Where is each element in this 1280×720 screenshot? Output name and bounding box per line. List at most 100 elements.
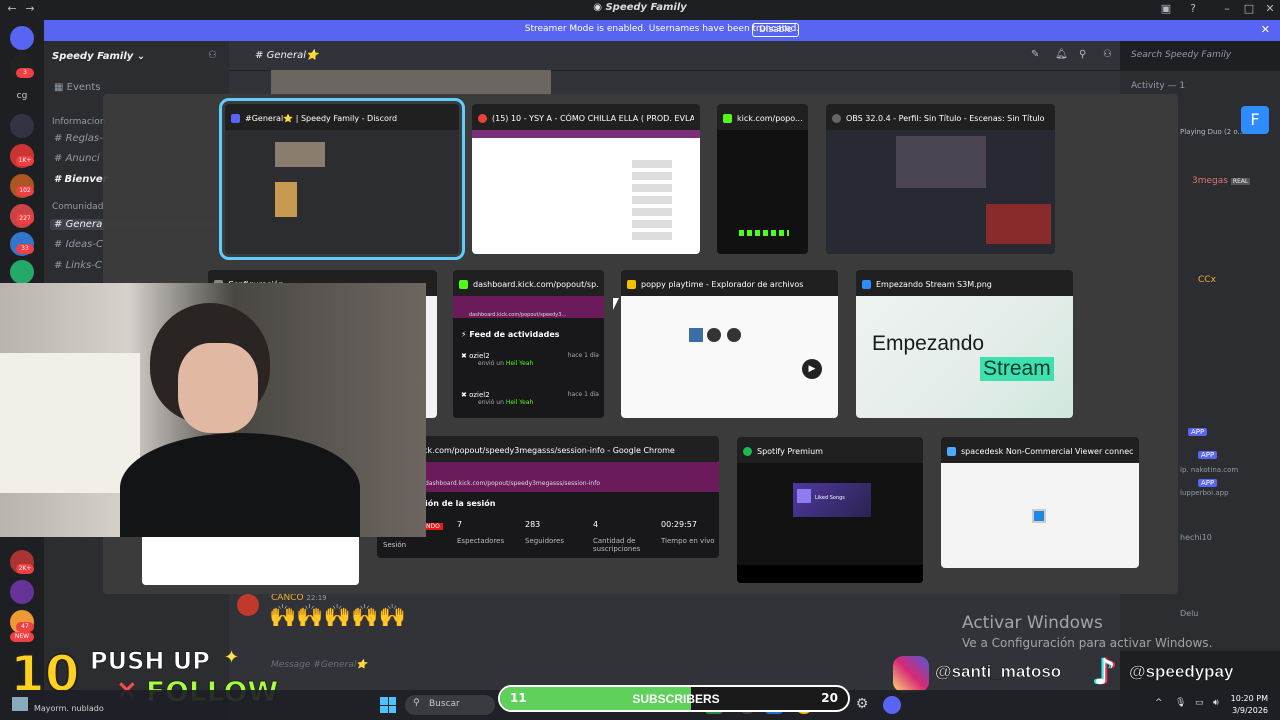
webcam-dresser xyxy=(0,353,140,493)
settings-icon[interactable]: ⚙ xyxy=(853,696,871,714)
window-thumbnail-spacedesk[interactable]: spacedesk Non-Commercial Viewer connecte… xyxy=(941,437,1139,568)
threads-icon[interactable]: ✎ xyxy=(1031,49,1039,60)
tiktok-icon: ♪ xyxy=(1093,652,1116,693)
maximize-icon[interactable]: □ xyxy=(1241,2,1257,16)
channel-label: Links-C xyxy=(65,260,102,271)
server-icon[interactable]: cg xyxy=(10,84,34,108)
inbox-icon[interactable]: ▣ xyxy=(1158,2,1174,16)
window-label: spacedesk Non-Commercial Viewer connecte… xyxy=(961,446,1133,456)
network-icon[interactable]: ▭ xyxy=(1195,698,1204,708)
spacedesk-logo-icon xyxy=(1032,509,1046,523)
window-label: kick.com/popo... xyxy=(737,113,802,123)
events-item[interactable]: ▦ Events xyxy=(54,82,101,93)
window-thumbnail-kick[interactable]: kick.com/popo... xyxy=(717,104,808,254)
discord-icon xyxy=(231,113,240,123)
channel-item[interactable]: # Anunci xyxy=(54,153,100,164)
weather-icon[interactable] xyxy=(12,697,28,711)
window-label: poppy playtime - Explorador de archivos xyxy=(641,279,804,289)
preview-file xyxy=(707,328,721,342)
channel-label: Genera xyxy=(65,219,103,230)
window-thumbnail-obs[interactable]: OBS 32.0.4 - Perfil: Sin Título - Escena… xyxy=(826,104,1055,254)
channel-item[interactable]: # Ideas-C xyxy=(54,239,103,250)
close-window-icon[interactable]: ✕ xyxy=(1262,2,1278,16)
server-name[interactable]: Speedy Family ⌄ xyxy=(52,51,145,62)
window-label: #General⭐ | Speedy Family - Discord xyxy=(245,113,398,123)
play-icon: ▶ xyxy=(802,359,822,379)
window-thumbnail-image[interactable]: Empezando Stream S3M.png Empezando Strea… xyxy=(856,270,1073,418)
spotify-icon xyxy=(743,446,752,456)
taskbar-search[interactable]: ⚲ Buscar xyxy=(405,695,495,715)
member-name[interactable]: hechi10 xyxy=(1180,533,1212,542)
add-member-icon[interactable]: ⚇ xyxy=(208,50,217,61)
window-thumbnail-explorer[interactable]: poppy playtime - Explorador de archivos … xyxy=(621,270,838,418)
discord-home-icon[interactable] xyxy=(10,26,34,50)
window-thumbnail-discord[interactable]: #General⭐ | Speedy Family - Discord xyxy=(219,98,465,260)
bell-icon[interactable]: 🔔︎ xyxy=(1055,49,1068,60)
search-input[interactable]: Search Speedy Family xyxy=(1127,48,1267,64)
disable-streamer-mode-button[interactable]: Disable xyxy=(752,23,800,37)
server-icon[interactable] xyxy=(10,114,34,138)
window-thumbnail-youtube[interactable]: (15) 10 - YSY A - CÓMO CHILLA ELLA ( PRO… xyxy=(472,104,700,254)
channel-item[interactable]: # Links-C xyxy=(54,260,102,271)
stat-label: Espectadores xyxy=(457,537,505,545)
microphone-icon[interactable]: 🎙︎ xyxy=(1175,698,1186,708)
volume-icon[interactable]: 🔊︎ xyxy=(1213,698,1219,708)
close-icon[interactable]: ✕ xyxy=(1261,23,1270,36)
preview-image xyxy=(275,142,325,167)
preview-list xyxy=(632,160,672,240)
session-row-label: Sesión xyxy=(383,541,407,549)
attachment-image[interactable] xyxy=(271,70,551,95)
chevron-down-icon: ⌄ xyxy=(136,51,146,62)
member-name[interactable]: CCx xyxy=(1198,275,1216,285)
weather-text[interactable]: Mayorm. nublado xyxy=(34,704,104,713)
gift-icon: ✖ xyxy=(461,352,470,360)
preview-heading-highlight: Stream xyxy=(980,357,1054,381)
channel-item[interactable]: # Bienver xyxy=(54,174,108,185)
window-thumbnail-title: kick.com/popo... xyxy=(723,111,802,125)
session-stat: 283 Seguidores xyxy=(525,520,595,545)
minimize-icon[interactable]: – xyxy=(1219,2,1235,16)
channel-label: Reglas- xyxy=(65,133,103,144)
feed-action: envió un Heil Yeah xyxy=(478,360,599,367)
photos-icon xyxy=(862,279,871,289)
taskbar-clock[interactable]: 10:20 PM 3/9/2026 xyxy=(1231,693,1268,717)
category-header[interactable]: Informacion xyxy=(52,117,106,127)
channel-label: Ideas-C xyxy=(65,239,103,250)
channel-item[interactable]: # Reglas- xyxy=(54,133,103,144)
stat-value: 283 xyxy=(525,520,541,529)
server-icon[interactable] xyxy=(10,260,34,284)
playlist-title: Liked Songs xyxy=(815,495,845,501)
avatar[interactable] xyxy=(237,594,259,616)
help-icon[interactable]: ? xyxy=(1185,2,1201,16)
window-thumbnail-session-info[interactable]: ...board.kick.com/popout/speedy3megasss/… xyxy=(377,436,719,558)
window-label: Empezando Stream S3M.png xyxy=(876,279,992,289)
preview-panel xyxy=(986,204,1051,244)
channel-label: Bienver xyxy=(64,174,108,185)
window-title-bar: ← → ◉ Speedy Family ▣ ? – □ ✕ xyxy=(0,0,1280,18)
window-preview: ▶ xyxy=(621,296,838,418)
window-thumbnail-kick-dashboard[interactable]: dashboard.kick.com/popout/sp... dashboar… xyxy=(453,270,604,418)
search-icon: ⚲ xyxy=(413,698,420,708)
feed-action: envió un Heil Yeah xyxy=(478,399,599,406)
channel-title: # General⭐ xyxy=(255,50,319,61)
clock-date: 3/9/2026 xyxy=(1232,706,1268,715)
server-icon[interactable] xyxy=(10,580,34,604)
window-preview: Empezando Stream xyxy=(856,296,1073,418)
sparkle-icon: ✦ xyxy=(224,647,240,668)
pin-icon[interactable]: ⚲ xyxy=(1079,49,1086,60)
new-badge: NEW xyxy=(10,632,34,642)
discord-icon[interactable] xyxy=(883,696,901,714)
member-name[interactable]: 3megas REAL xyxy=(1192,176,1251,186)
player-bar xyxy=(737,565,923,583)
window-preview xyxy=(941,463,1139,568)
window-thumbnail-spotify[interactable]: Spotify Premium Liked Songs xyxy=(737,437,923,583)
hash-icon: # xyxy=(54,174,65,185)
window-preview: Liked Songs xyxy=(737,463,923,583)
category-header[interactable]: Comunidad xyxy=(52,202,103,212)
message-author[interactable]: CANCO 22:19 xyxy=(271,593,327,603)
members-icon[interactable]: ⚇ xyxy=(1103,49,1112,60)
stat-label: Cantidad de suscripciones xyxy=(593,537,641,553)
start-icon[interactable] xyxy=(380,697,396,713)
tray-chevron-icon[interactable]: ^ xyxy=(1155,698,1163,708)
stat-label: Tiempo en vivo xyxy=(661,537,715,545)
